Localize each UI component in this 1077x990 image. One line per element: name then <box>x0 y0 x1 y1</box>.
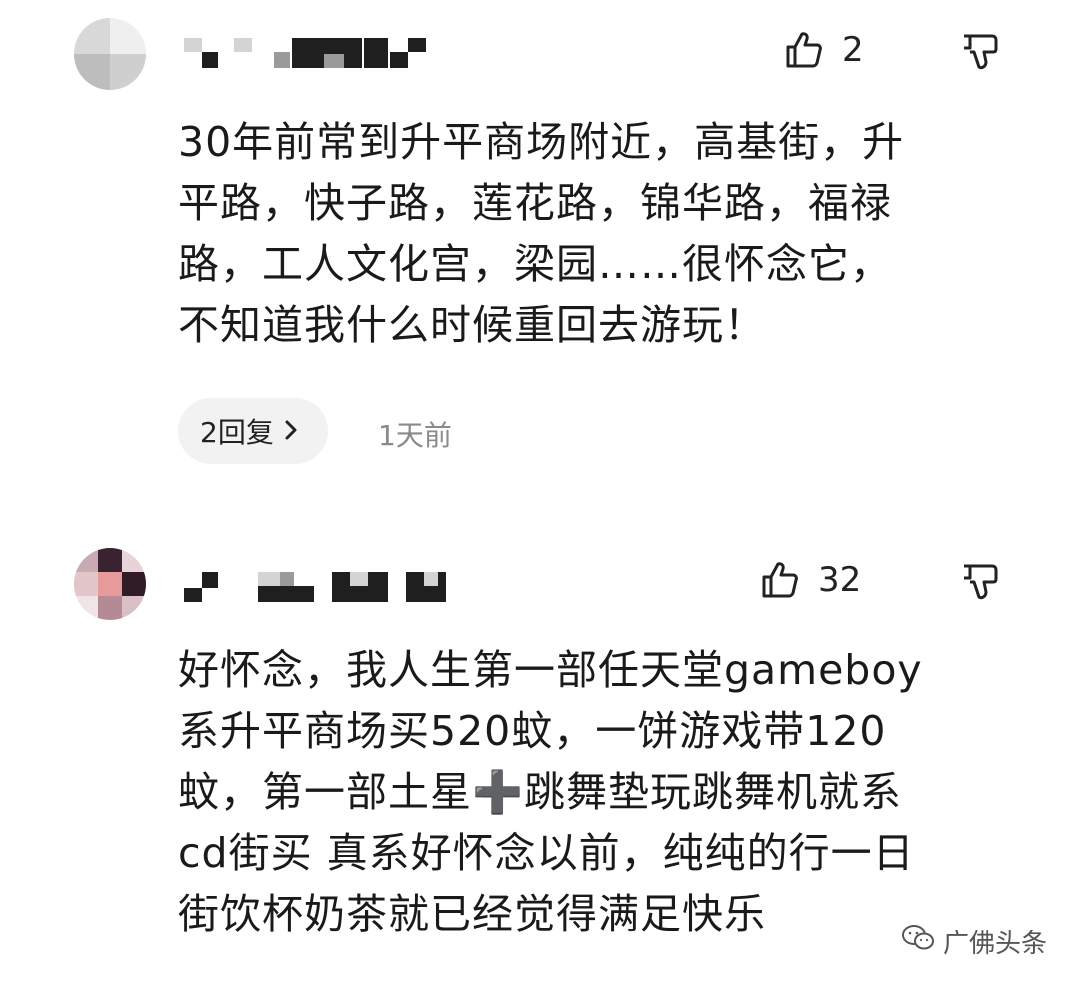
comment-line: 平路，快子路，莲花路，锦华路，福禄 <box>178 179 892 227</box>
wechat-icon <box>901 924 935 959</box>
avatar[interactable] <box>74 548 146 620</box>
dislike-button[interactable] <box>960 562 1000 602</box>
replies-button[interactable]: 2回复 <box>178 398 328 464</box>
chevron-right-icon <box>284 415 298 448</box>
avatar[interactable] <box>74 18 146 90</box>
thumbs-down-icon <box>960 562 1000 602</box>
thumbs-up-icon <box>760 560 800 600</box>
username-pixelated[interactable] <box>184 572 464 602</box>
comment-line: 系升平商场买520蚊，一饼游戏带120 <box>178 707 887 755</box>
comment-line: 好怀念，我人生第一部任天堂gameboy <box>178 646 923 694</box>
watermark: 广佛头条 <box>901 923 1047 960</box>
like-button[interactable]: 2 <box>784 30 864 70</box>
comment-line: 路，工人文化宫，梁园……很怀念它， <box>178 240 892 288</box>
comment-line: 30年前常到升平商场附近，高基街，升 <box>178 118 905 166</box>
comment-time: 1天前 <box>378 419 452 452</box>
comment-line: cd街买 真系好怀念以前，纯纯的行一日 <box>178 829 915 877</box>
dislike-button[interactable] <box>960 32 1000 72</box>
like-count: 32 <box>818 560 862 600</box>
like-count: 2 <box>842 30 864 70</box>
thumbs-down-icon <box>960 32 1000 72</box>
watermark-label: 广佛头条 <box>942 929 1047 959</box>
thumbs-up-icon <box>784 30 824 70</box>
comment-text: 好怀念，我人生第一部任天堂gameboy 系升平商场买520蚊，一饼游戏带120… <box>178 640 1038 945</box>
replies-label: 2回复 <box>200 416 274 449</box>
comment-line: 不知道我什么时候重回去游玩！ <box>178 301 766 349</box>
username-pixelated[interactable] <box>184 38 444 68</box>
like-button[interactable]: 32 <box>760 560 861 600</box>
comment-text: 30年前常到升平商场附近，高基街，升 平路，快子路，莲花路，锦华路，福禄 路，工… <box>178 112 1038 356</box>
comment-line: 蚊，第一部土星➕跳舞垫玩跳舞机就系 <box>178 768 903 816</box>
